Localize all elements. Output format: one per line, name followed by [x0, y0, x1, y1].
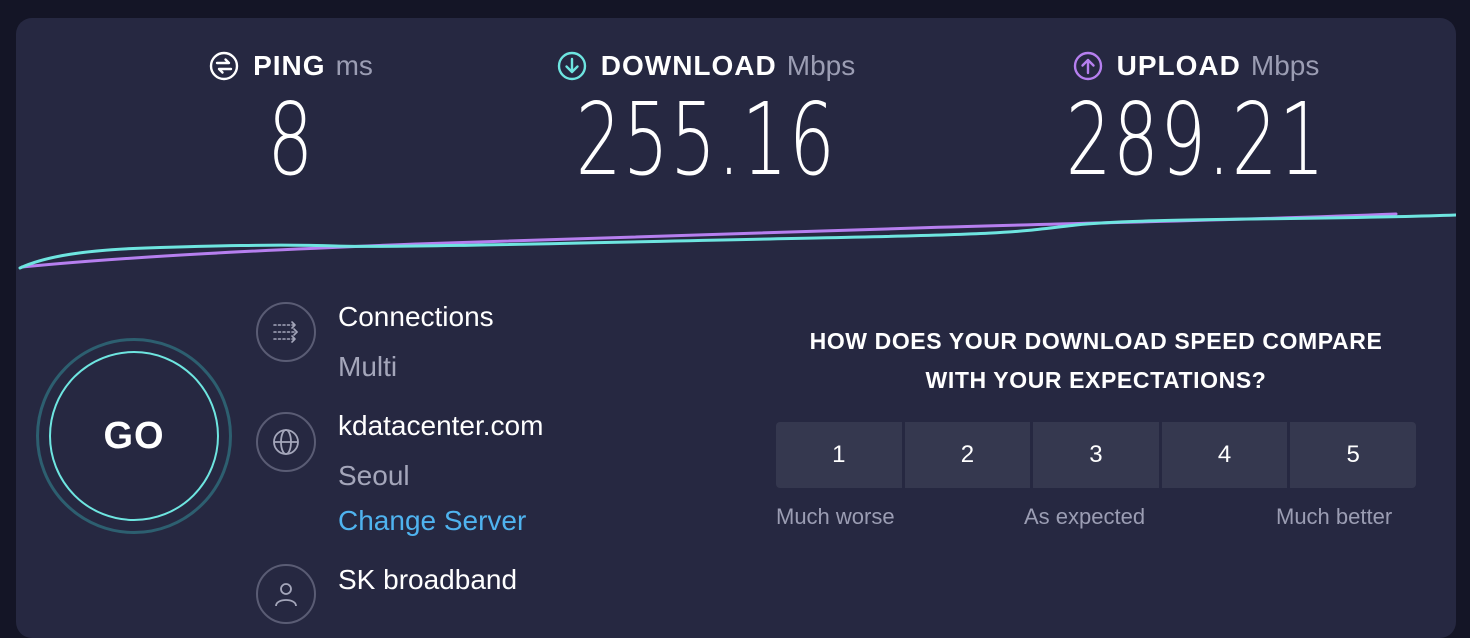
ping-value: 8 — [267, 81, 315, 198]
speed-graph — [18, 212, 1456, 270]
upload-header: UPLOAD Mbps — [1006, 46, 1386, 86]
upload-metric: UPLOAD Mbps 289.21 — [1006, 46, 1386, 190]
download-value: 255.16 — [575, 81, 837, 198]
download-label: DOWNLOAD — [600, 50, 777, 81]
connections-title: Connections — [338, 301, 494, 332]
scale-mid-label: As expected — [1024, 504, 1146, 529]
download-speed-line — [18, 213, 1456, 270]
scale-high-label: Much better — [1276, 504, 1393, 529]
download-header: DOWNLOAD Mbps — [516, 46, 896, 86]
survey-question-line1: HOW DOES YOUR DOWNLOAD SPEED COMPARE — [809, 328, 1383, 354]
ping-icon — [209, 51, 239, 81]
upload-arrow-icon — [1073, 51, 1103, 81]
download-arrow-icon — [557, 51, 587, 81]
ping-unit: ms — [335, 50, 373, 81]
ping-label: PING — [253, 50, 326, 81]
provider-name: SK broadband — [338, 564, 518, 595]
download-unit: Mbps — [786, 50, 856, 81]
go-button[interactable]: GO — [49, 351, 219, 521]
change-server-link[interactable]: Change Server — [338, 505, 526, 537]
server-location: Seoul — [338, 460, 410, 491]
scale-low-label: Much worse — [776, 504, 895, 529]
survey-question: HOW DOES YOUR DOWNLOAD SPEED COMPARE WIT… — [756, 322, 1436, 400]
rating-option-5[interactable]: 5 — [1290, 422, 1416, 488]
rating-option-3[interactable]: 3 — [1033, 422, 1159, 488]
rating-option-1[interactable]: 1 — [776, 422, 902, 488]
upload-unit: Mbps — [1250, 50, 1320, 81]
connections-value: Multi — [338, 351, 398, 382]
server-name: kdatacenter.com — [338, 410, 544, 441]
user-icon — [256, 564, 316, 624]
connections-icon — [256, 302, 316, 362]
speedtest-panel: PING ms 8 DOWNLOAD Mbps 255.16 UPLOAD Mb… — [16, 18, 1456, 638]
rating-options: 1 2 3 4 5 — [776, 422, 1416, 488]
ping-header: PING ms — [156, 46, 426, 86]
download-metric: DOWNLOAD Mbps 255.16 — [516, 46, 896, 190]
ping-metric: PING ms 8 — [156, 46, 426, 190]
survey-question-line2: WITH YOUR EXPECTATIONS? — [925, 367, 1267, 393]
rating-option-4[interactable]: 4 — [1161, 422, 1288, 488]
upload-value: 289.21 — [1065, 81, 1327, 198]
globe-icon — [256, 412, 316, 472]
rating-option-2[interactable]: 2 — [904, 422, 1031, 488]
upload-label: UPLOAD — [1116, 50, 1241, 81]
